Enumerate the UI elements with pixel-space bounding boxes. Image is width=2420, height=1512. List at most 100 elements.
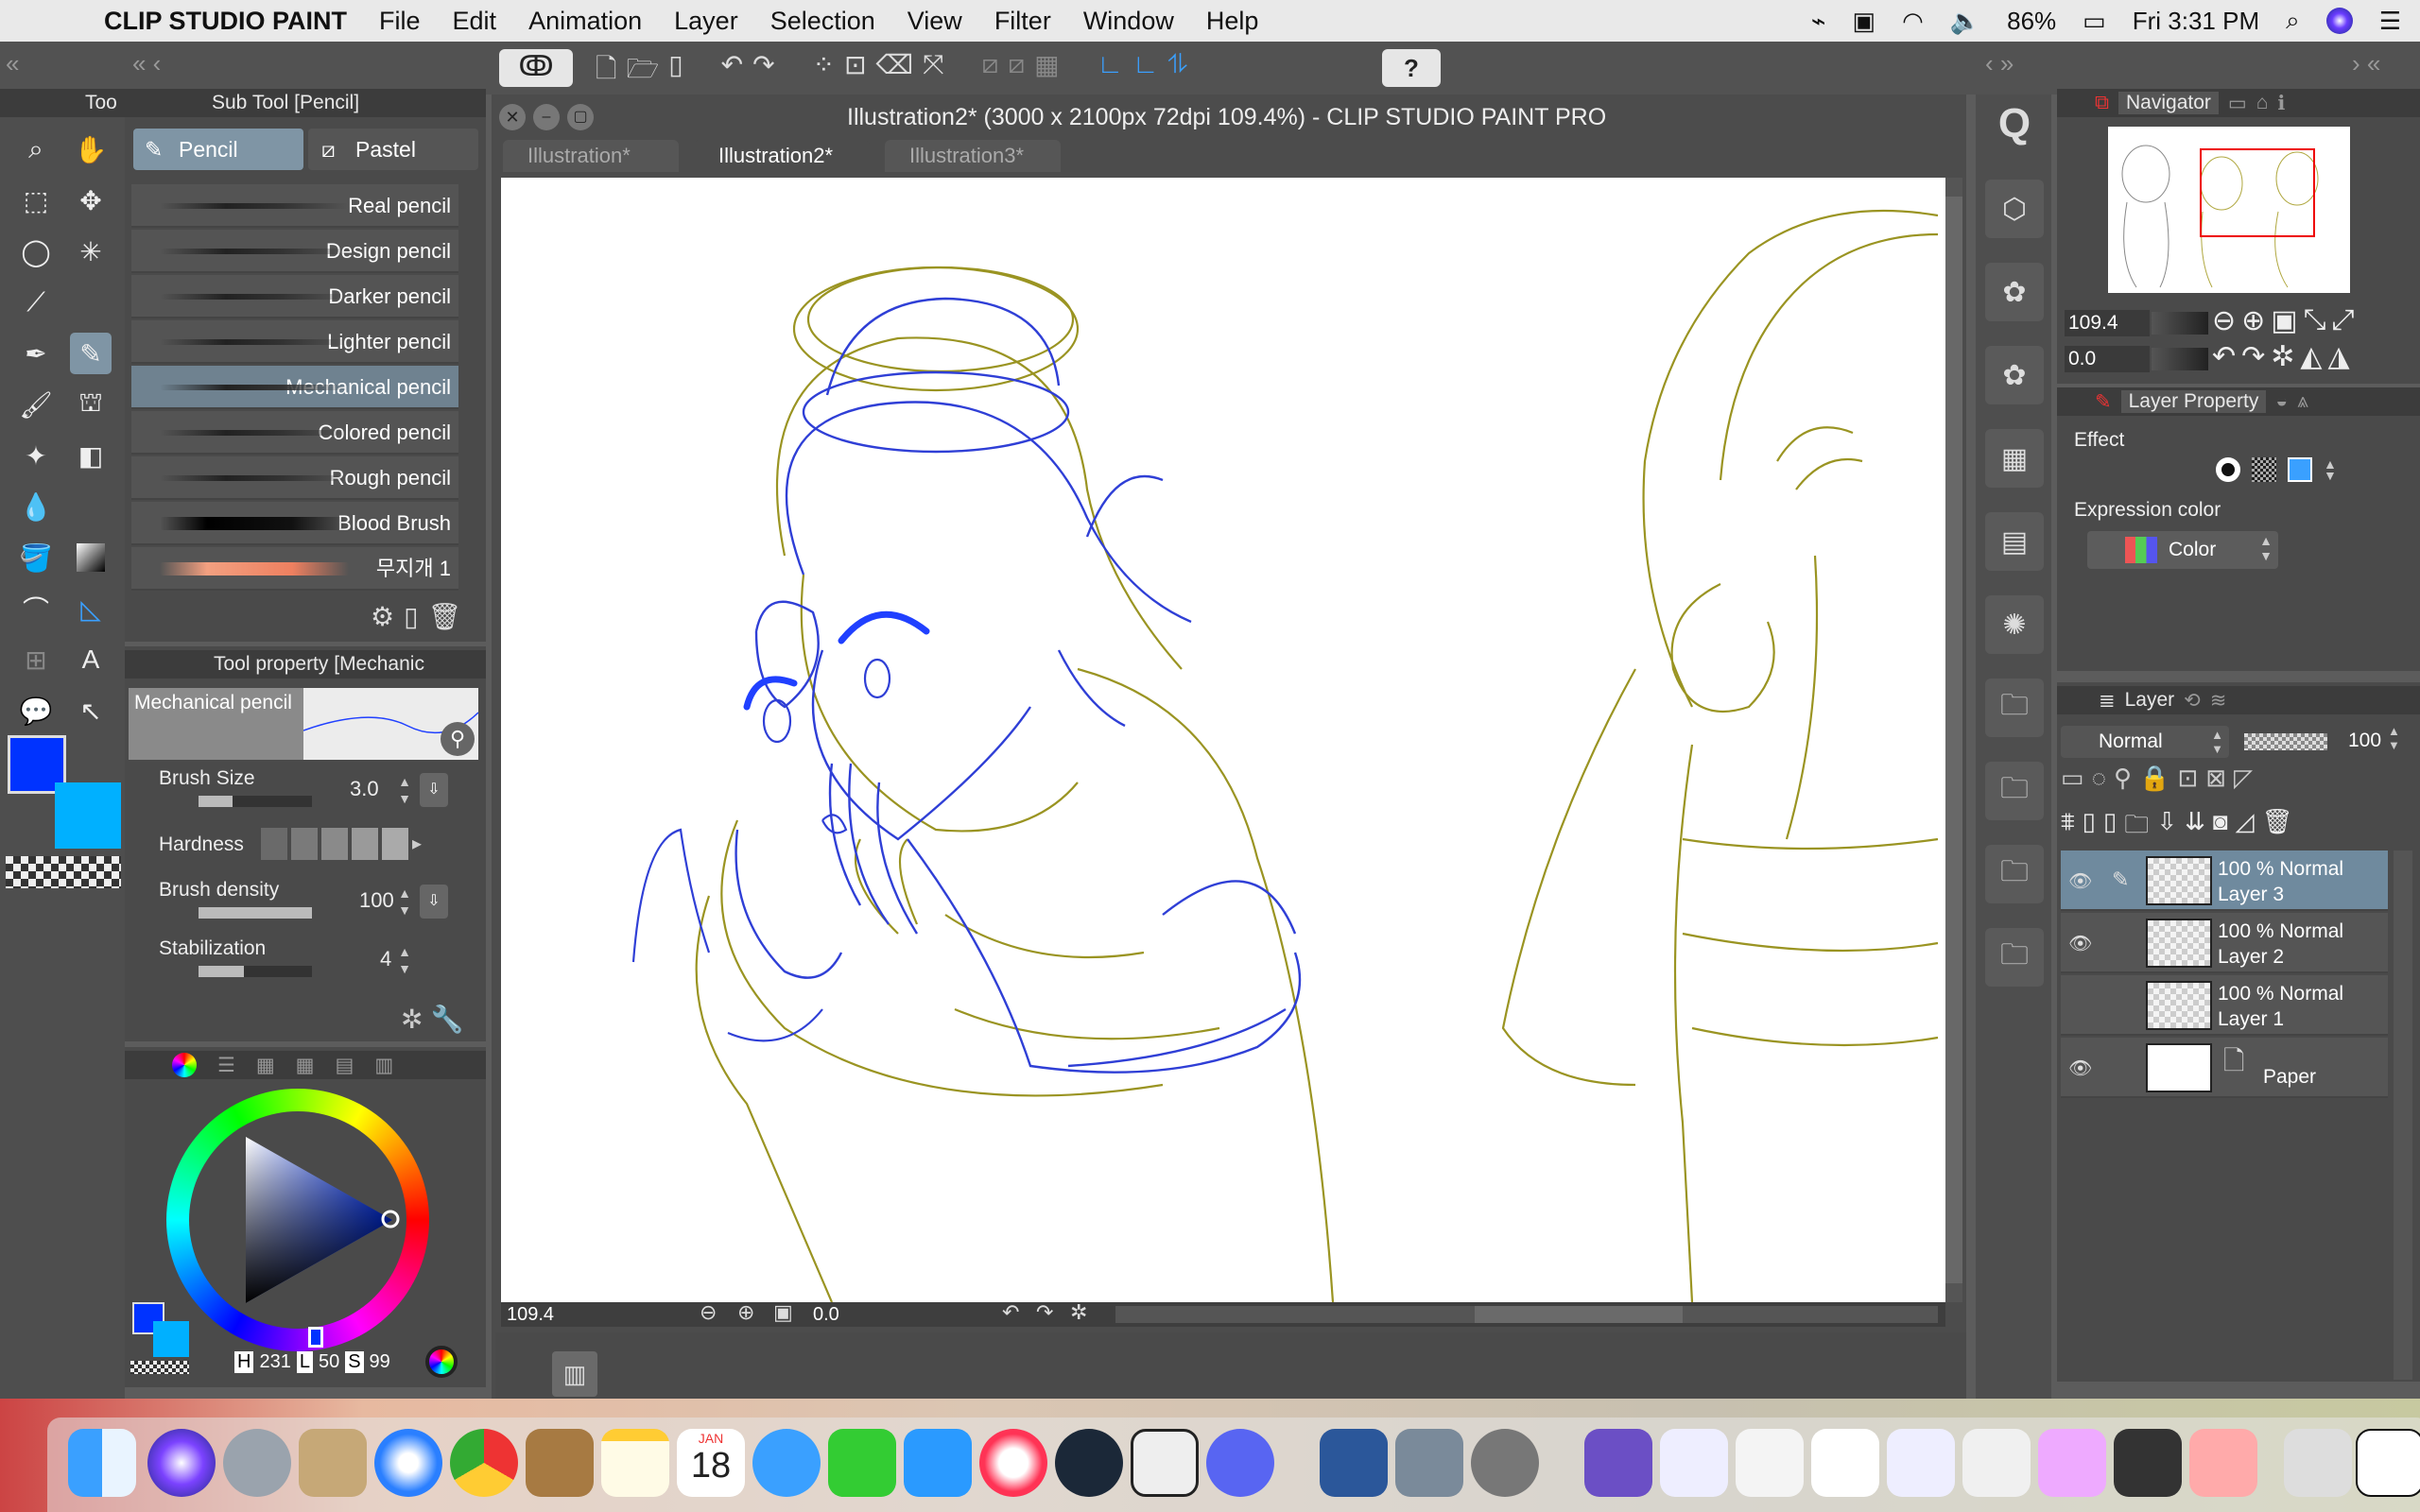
color-wheel-tab-icon[interactable]: [172, 1053, 197, 1077]
clip-studio-button[interactable]: ↂ: [499, 49, 573, 87]
nav-mirror-icon[interactable]: ◭: [2300, 340, 2322, 373]
layer-panel-scrollbar[interactable]: [2394, 850, 2412, 1380]
help-button[interactable]: ?: [1382, 49, 1441, 87]
siri-icon[interactable]: [2325, 8, 2353, 34]
downloads-icon[interactable]: [2356, 1429, 2420, 1497]
mini-transparent[interactable]: [130, 1361, 189, 1374]
pen-pressure2-icon[interactable]: ∟: [1132, 49, 1158, 94]
hardness-arrow-icon[interactable]: ▸: [412, 828, 422, 860]
volume-icon[interactable]: 🔈: [1950, 7, 1980, 36]
transform-icon[interactable]: ⤧: [923, 49, 943, 94]
menu-window[interactable]: Window: [1083, 7, 1174, 36]
nav-zoom-in-icon[interactable]: ⊕: [2241, 304, 2265, 337]
deselect-icon[interactable]: ⊡: [844, 49, 866, 94]
subtool-settings-icon[interactable]: ⚙: [371, 601, 394, 632]
intermediate-color-tab-icon[interactable]: ▦: [296, 1054, 315, 1077]
timeline-icon[interactable]: ▥: [552, 1351, 597, 1397]
nav-mirror2-icon[interactable]: ◮: [2328, 340, 2350, 373]
brush-darker-pencil[interactable]: Darker pencil: [131, 275, 458, 318]
clip-studio-dock-icon[interactable]: [1131, 1429, 1199, 1497]
subtool-tab-pencil[interactable]: ✎ Pencil: [133, 129, 303, 170]
opacity-spinner[interactable]: ▲ ▼: [2388, 724, 2400, 752]
pen-pressure-icon[interactable]: ∟: [1098, 49, 1123, 94]
merge-down-icon[interactable]: ⇊: [2185, 807, 2205, 849]
battery-icon[interactable]: ▭: [2083, 7, 2106, 36]
layer-tab2-icon[interactable]: ≋: [2210, 689, 2227, 713]
word-icon[interactable]: [1320, 1429, 1388, 1497]
status-rotate-right-icon[interactable]: ↷: [1036, 1300, 1053, 1325]
nav-zoom-out-icon[interactable]: ⊖: [2212, 304, 2236, 337]
canvas-vscroll-thumb[interactable]: [1945, 197, 1962, 1283]
brush-lighter-pencil[interactable]: Lighter pencil: [131, 320, 458, 364]
sub-color-swatch[interactable]: [55, 782, 121, 849]
status-fit-icon[interactable]: ▣: [773, 1300, 793, 1325]
nav-flip-h-icon[interactable]: ⤡: [2304, 304, 2326, 337]
ruler-range-icon[interactable]: ◸: [2234, 764, 2253, 793]
new-file-icon[interactable]: 🗋: [596, 49, 617, 94]
nav-fit-icon[interactable]: ▣: [2271, 304, 2297, 337]
minimize-window-icon[interactable]: –: [533, 104, 560, 130]
collapse-left2-icon[interactable]: « ‹: [132, 49, 161, 78]
material-folder3-icon[interactable]: 🗀: [1985, 845, 2044, 903]
window-thumb-2[interactable]: [1736, 1429, 1804, 1497]
notification-center-icon[interactable]: ☰: [2379, 7, 2401, 36]
brush-density-value[interactable]: 100: [359, 888, 394, 913]
new-vector-layer-icon[interactable]: ▯: [2103, 807, 2117, 849]
layer-visibility-icon[interactable]: 👁: [2068, 869, 2092, 893]
hand-tool-icon[interactable]: ✋: [70, 129, 112, 170]
canvas-hscroll[interactable]: [1115, 1306, 1938, 1323]
brush-mechanical-pencil[interactable]: Mechanical pencil: [131, 366, 458, 409]
nav-rotate-left-icon[interactable]: ↶: [2212, 340, 2236, 373]
status-zoom-in-icon[interactable]: ⊕: [737, 1300, 754, 1325]
blend-tool-icon[interactable]: 💧: [15, 486, 57, 527]
window-thumb-8[interactable]: [2189, 1429, 2257, 1497]
menu-filter[interactable]: Filter: [994, 7, 1051, 36]
border-effect-icon[interactable]: [2216, 457, 2240, 482]
airbrush-tool-icon[interactable]: ⛫: [70, 384, 112, 425]
opacity-value[interactable]: 100: [2348, 730, 2381, 752]
window-thumb-6[interactable]: [2038, 1429, 2106, 1497]
material-pattern-icon[interactable]: ✿: [1985, 346, 2044, 404]
grid-snap-icon[interactable]: ▦: [1034, 49, 1059, 94]
layer-color-effect-icon[interactable]: [2288, 457, 2312, 482]
status-zoom-out-icon[interactable]: ⊖: [700, 1300, 717, 1325]
effect-spinner[interactable]: ▲ ▼: [2324, 457, 2337, 482]
launchpad-icon[interactable]: [223, 1429, 291, 1497]
eyedropper-tool-icon[interactable]: ⟋: [15, 282, 57, 323]
layer-row-2[interactable]: 👁 100 % Normal Layer 2: [2061, 913, 2388, 973]
nav-flip-v-icon[interactable]: ⤢: [2332, 304, 2355, 337]
itunes-icon[interactable]: [979, 1429, 1047, 1497]
correct-line-tool-icon[interactable]: ↖: [70, 690, 112, 731]
pencil-tool-icon[interactable]: ✎: [70, 333, 112, 374]
messages-icon[interactable]: [752, 1429, 821, 1497]
balloon-tool-icon[interactable]: 💬: [15, 690, 57, 731]
color-slider-tab-icon[interactable]: ☰: [217, 1054, 235, 1077]
open-icon[interactable]: 🗁: [627, 49, 660, 94]
hardness-level-5[interactable]: [382, 828, 408, 860]
material-3d-icon[interactable]: ⬡: [1985, 180, 2044, 238]
undo-icon[interactable]: ↶: [721, 49, 743, 94]
stabilization-slider[interactable]: [199, 966, 312, 977]
material-folder2-icon[interactable]: 🗀: [1985, 762, 2044, 820]
discord-icon[interactable]: [1206, 1429, 1274, 1497]
copy-subtool-icon[interactable]: ▯: [404, 601, 418, 632]
menu-file[interactable]: File: [379, 7, 421, 36]
create-mask-icon[interactable]: ◙: [2213, 807, 2228, 849]
tool-property-settings-icon[interactable]: ⚲: [441, 722, 475, 756]
reset-icon[interactable]: ✲: [401, 1004, 423, 1035]
close-window-icon[interactable]: ✕: [499, 104, 526, 130]
stabilization-value[interactable]: 4: [380, 947, 391, 971]
material-image-icon[interactable]: ✿: [1985, 263, 2044, 321]
select-all-icon[interactable]: ⁘: [813, 49, 835, 94]
layer-search-tab-icon[interactable]: ◒: [2275, 390, 2288, 413]
maximize-window-icon[interactable]: ▢: [567, 104, 594, 130]
material-effect-icon[interactable]: ✺: [1985, 595, 2044, 654]
brush-rainbow-1[interactable]: 무지개 1: [131, 547, 458, 591]
brush-density-pressure-icon[interactable]: ⇩: [420, 885, 448, 919]
mask-enable-icon[interactable]: ⊠: [2205, 764, 2226, 793]
hardness-level-1[interactable]: [261, 828, 287, 860]
navigator-zoom-value[interactable]: 109.4: [2065, 310, 2150, 336]
menu-view[interactable]: View: [908, 7, 962, 36]
eraser-tool-icon[interactable]: ◧: [70, 435, 112, 476]
lock-transparent-icon[interactable]: ⊡: [2177, 764, 2198, 793]
